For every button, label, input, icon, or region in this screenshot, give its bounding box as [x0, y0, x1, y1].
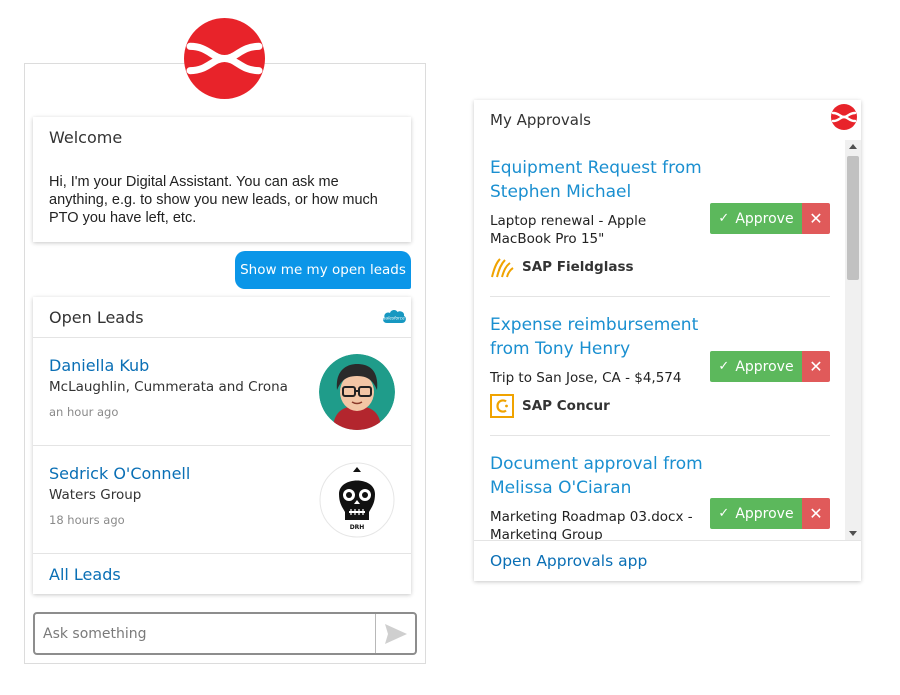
ask-input[interactable] [35, 614, 375, 653]
approval-item: Expense reimbursement from Tony Henry Tr… [490, 313, 830, 436]
lead-company: Waters Group [49, 487, 142, 503]
all-leads-link[interactable]: All Leads [49, 565, 121, 584]
salesforce-cloud-icon: salesforce [383, 310, 406, 323]
check-icon: ✓ [718, 211, 730, 226]
approval-title-link[interactable]: Document approval from Melissa O'Ciaran [490, 452, 705, 500]
approval-description: Marketing Roadmap 03.docx - Marketing Gr… [490, 509, 693, 540]
user-message-bubble: Show me my open leads [235, 251, 411, 289]
scrollbar-thumb[interactable] [847, 156, 859, 280]
approval-source-label: SAP Fieldglass [522, 259, 634, 275]
welcome-title: Welcome [49, 128, 123, 147]
scroll-down-arrow-icon[interactable] [849, 531, 857, 536]
approval-item: Document approval from Melissa O'Ciaran … [490, 452, 830, 540]
close-icon: ✕ [809, 209, 823, 228]
reject-button[interactable]: ✕ [802, 351, 830, 382]
approve-label: Approve [735, 210, 794, 227]
scroll-up-arrow-icon[interactable] [849, 144, 857, 149]
lead-name[interactable]: Sedrick O'Connell [49, 464, 190, 483]
send-icon [384, 623, 407, 644]
approval-source: SAP Concur [490, 394, 610, 418]
approve-button[interactable]: ✓ Approve [710, 498, 802, 529]
approve-button[interactable]: ✓ Approve [710, 203, 802, 234]
open-leads-card: Open Leads salesforce Daniella Kub McLau… [33, 297, 411, 594]
fieldglass-icon [490, 255, 514, 279]
svg-text:salesforce: salesforce [383, 316, 405, 321]
close-icon: ✕ [809, 504, 823, 523]
lead-time: 18 hours ago [49, 513, 125, 527]
approvals-title: My Approvals [490, 111, 591, 129]
approve-label: Approve [735, 358, 794, 375]
chat-input-row [33, 612, 417, 655]
avatar [319, 354, 395, 430]
approval-description: Trip to San Jose, CA - $4,574 [490, 370, 682, 386]
avatar: DRH [319, 462, 395, 538]
send-button[interactable] [375, 614, 415, 653]
concur-icon [490, 394, 514, 418]
assistant-logo-icon [184, 18, 265, 99]
leads-header: Open Leads salesforce [33, 297, 411, 338]
lead-company: McLaughlin, Cummerata and Crona [49, 379, 288, 395]
close-icon: ✕ [809, 357, 823, 376]
lead-name[interactable]: Daniella Kub [49, 356, 149, 375]
lead-time: an hour ago [49, 405, 119, 419]
open-approvals-app-link[interactable]: Open Approvals app [490, 552, 647, 570]
check-icon: ✓ [718, 506, 730, 521]
svg-text:DRH: DRH [350, 524, 365, 531]
reject-button[interactable]: ✕ [802, 498, 830, 529]
welcome-message: Hi, I'm your Digital Assistant. You can … [49, 174, 378, 226]
approval-title-link[interactable]: Expense reimbursement from Tony Henry [490, 313, 705, 361]
lead-row[interactable]: Daniella Kub McLaughlin, Cummerata and C… [33, 338, 411, 446]
approvals-scrollbar[interactable] [845, 140, 861, 540]
reject-button[interactable]: ✕ [802, 203, 830, 234]
lead-row[interactable]: Sedrick O'Connell Waters Group 18 hours … [33, 446, 411, 554]
check-icon: ✓ [718, 359, 730, 374]
approval-item: Equipment Request from Stephen Michael L… [490, 156, 830, 297]
assistant-logo-icon [831, 104, 857, 130]
approve-button[interactable]: ✓ Approve [710, 351, 802, 382]
approval-source: SAP Fieldglass [490, 255, 634, 279]
approvals-footer: Open Approvals app [474, 540, 861, 581]
approvals-header: My Approvals [474, 100, 861, 140]
approve-label: Approve [735, 505, 794, 522]
approval-title-link[interactable]: Equipment Request from Stephen Michael [490, 156, 705, 204]
leads-title: Open Leads [49, 308, 144, 327]
welcome-card: Welcome Hi, I'm your Digital Assistant. … [33, 117, 411, 242]
approvals-list: Equipment Request from Stephen Michael L… [474, 140, 845, 540]
approval-description: Laptop renewal - Apple MacBook Pro 15" [490, 213, 647, 247]
approval-source-label: SAP Concur [522, 398, 610, 414]
approvals-panel: My Approvals Equipment Request from Step… [474, 100, 861, 581]
